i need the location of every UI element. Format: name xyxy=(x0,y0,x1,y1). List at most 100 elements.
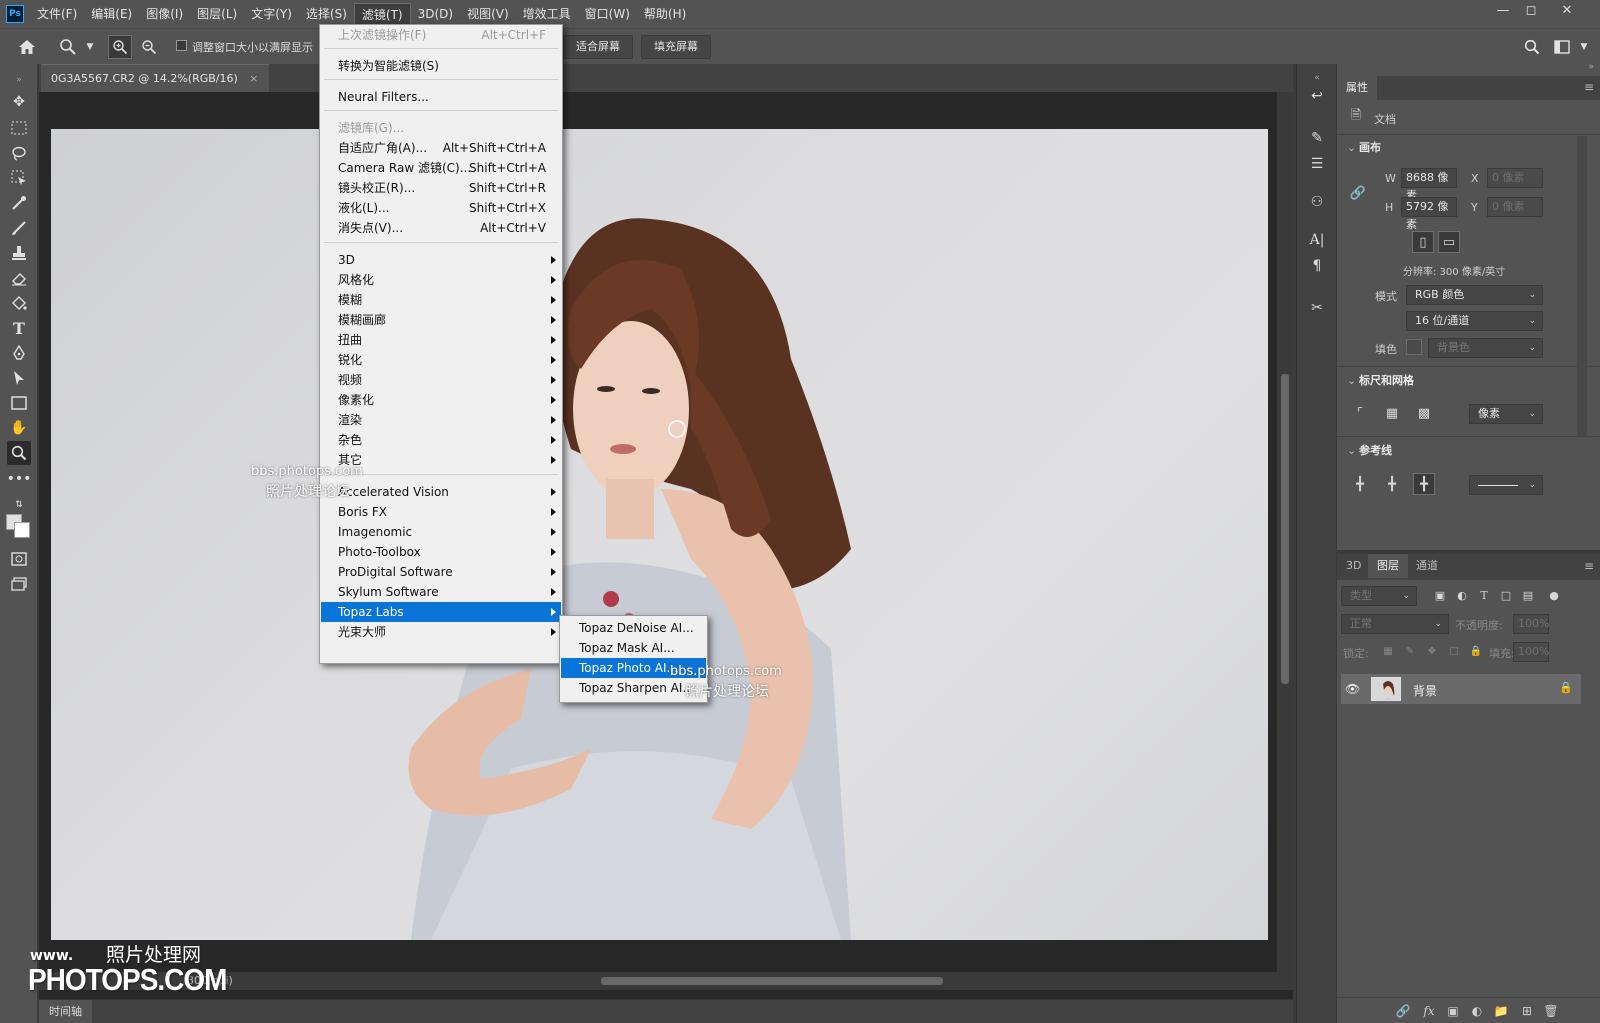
tab-properties[interactable]: 属性 xyxy=(1337,76,1377,100)
guides-section-header[interactable]: ⌄ 参考线 xyxy=(1337,440,1600,462)
panel-menu-icon[interactable]: ≡ xyxy=(1584,559,1594,573)
menu-item-topaz-denoise[interactable]: Topaz DeNoise AI... xyxy=(561,618,706,638)
menu-edit[interactable]: 编辑(E) xyxy=(84,3,139,25)
shape-filter-icon[interactable]: □ xyxy=(1495,584,1517,606)
menu-3d[interactable]: 3D(D) xyxy=(411,3,460,25)
vertical-scrollbar[interactable] xyxy=(1277,92,1293,972)
menu-item-topaz-mask[interactable]: Topaz Mask AI... xyxy=(561,638,706,658)
menu-item-convert-smart-filters[interactable]: 转换为智能滤镜(S) xyxy=(321,56,561,76)
menu-item-accelerated-vision[interactable]: Accelerated Vision xyxy=(321,482,561,502)
eyedropper-tool-icon[interactable] xyxy=(7,191,31,215)
new-guide-icon[interactable]: ╋ xyxy=(1413,473,1435,495)
menu-item-camera-raw[interactable]: Camera Raw 滤镜(C)... Shift+Ctrl+A xyxy=(321,158,561,178)
adjustments-icon[interactable]: ☰ xyxy=(1305,152,1329,176)
type-filter-icon[interactable]: T xyxy=(1473,584,1495,606)
mode-select[interactable]: RGB 颜色 ⌄ xyxy=(1406,285,1543,305)
menu-item-beam-master[interactable]: 光束大师 xyxy=(321,622,561,642)
quick-mask-icon[interactable] xyxy=(7,547,31,571)
paragraph-icon[interactable]: ¶ xyxy=(1305,254,1329,278)
lock-position-icon[interactable]: ✥ xyxy=(1421,640,1443,662)
fill-select[interactable]: 背景色 ⌄ xyxy=(1428,338,1543,358)
brush-settings-icon[interactable]: ✎ xyxy=(1305,126,1329,150)
menu-item-sharpen[interactable]: 锐化 xyxy=(321,350,561,370)
fill-color-swatch[interactable] xyxy=(1406,339,1422,355)
maximize-icon[interactable]: ◻ xyxy=(1514,0,1548,24)
delete-layer-icon[interactable]: 🗑 xyxy=(1543,1003,1559,1019)
zoom-tool-preset-icon[interactable] xyxy=(56,35,80,59)
menu-item-liquify[interactable]: 液化(L)... Shift+Ctrl+X xyxy=(321,198,561,218)
lock-all-icon[interactable]: 🔒 xyxy=(1465,640,1487,662)
fill-opacity-field[interactable]: 100% xyxy=(1513,642,1549,662)
menu-item-blur[interactable]: 模糊 xyxy=(321,290,561,310)
background-color-swatch[interactable] xyxy=(14,522,30,538)
menu-item-blur-gallery[interactable]: 模糊画廊 xyxy=(321,310,561,330)
collapse-arrows-icon[interactable]: » xyxy=(1588,62,1594,72)
object-select-tool-icon[interactable] xyxy=(7,166,31,190)
hand-tool-icon[interactable]: ✋ xyxy=(7,416,31,440)
marquee-tool-icon[interactable] xyxy=(7,116,31,140)
fit-screen-button[interactable]: 适合屏幕 xyxy=(563,35,633,59)
menu-item-photo-toolbox[interactable]: Photo-Toolbox xyxy=(321,542,561,562)
guides-icon[interactable]: ╋ xyxy=(1349,473,1371,495)
adjustment-layer-icon[interactable]: ◐ xyxy=(1469,1003,1485,1019)
menu-item-3d[interactable]: 3D xyxy=(321,250,561,270)
menu-item-pixelate[interactable]: 像素化 xyxy=(321,390,561,410)
type-tool-icon[interactable]: T xyxy=(7,316,31,340)
panel-menu-icon[interactable]: ≡ xyxy=(1584,80,1594,94)
tools-preset-icon[interactable]: ✂ xyxy=(1305,296,1329,320)
image-canvas[interactable] xyxy=(51,129,1268,940)
fx-icon[interactable]: fx xyxy=(1421,1003,1437,1019)
path-select-tool-icon[interactable] xyxy=(7,366,31,390)
menu-file[interactable]: 文件(F) xyxy=(30,3,84,25)
eraser-tool-icon[interactable] xyxy=(7,266,31,290)
menu-plugins[interactable]: 增效工具 xyxy=(516,3,578,25)
image-filter-icon[interactable]: ▣ xyxy=(1429,584,1451,606)
menu-layer[interactable]: 图层(L) xyxy=(190,3,244,25)
history-icon[interactable]: ↩ xyxy=(1305,84,1329,108)
timeline-tab[interactable]: 时间轴 xyxy=(39,1000,92,1023)
zoom-in-icon[interactable] xyxy=(108,35,132,59)
menu-help[interactable]: 帮助(H) xyxy=(637,3,693,25)
more-tools-icon[interactable]: ••• xyxy=(7,467,32,491)
properties-scrollbar[interactable] xyxy=(1577,136,1587,436)
x-field[interactable]: 0 像素 xyxy=(1487,168,1543,188)
character-icon[interactable]: A| xyxy=(1305,228,1329,252)
opacity-field[interactable]: 100% xyxy=(1513,614,1549,634)
tab-channels[interactable]: 通道 xyxy=(1407,554,1447,578)
layer-row[interactable]: 👁 背景 🔒 xyxy=(1341,674,1581,704)
menu-filter[interactable]: 滤镜(T) xyxy=(353,3,411,25)
menu-item-skylum-software[interactable]: Skylum Software xyxy=(321,582,561,602)
rectangle-tool-icon[interactable] xyxy=(7,391,31,415)
menu-item-noise[interactable]: 杂色 xyxy=(321,430,561,450)
y-field[interactable]: 0 像素 xyxy=(1487,197,1543,217)
collapse-arrows-icon[interactable]: » xyxy=(7,68,31,92)
menu-item-filter-gallery[interactable]: 滤镜库(G)... xyxy=(321,118,561,138)
zoom-out-icon[interactable] xyxy=(137,35,161,59)
chevron-down-icon[interactable]: ▼ xyxy=(1572,35,1596,59)
layer-filter-select[interactable]: 类型 ⌄ xyxy=(1341,586,1417,606)
guide-layout-icon[interactable]: ╋ xyxy=(1381,473,1403,495)
lock-artboard-icon[interactable]: □ xyxy=(1443,640,1465,662)
paint-bucket-tool-icon[interactable] xyxy=(7,291,31,315)
menu-item-distort[interactable]: 扭曲 xyxy=(321,330,561,350)
workspace-icon[interactable] xyxy=(1550,35,1574,59)
home-icon[interactable] xyxy=(15,35,39,59)
menu-view[interactable]: 视图(V) xyxy=(460,3,516,25)
menu-image[interactable]: 图像(I) xyxy=(139,3,190,25)
resize-windows-checkbox[interactable] xyxy=(176,40,187,51)
new-group-icon[interactable]: 📁 xyxy=(1493,1003,1509,1019)
add-mask-icon[interactable]: ▣ xyxy=(1445,1003,1461,1019)
menu-item-adaptive-wide-angle[interactable]: 自适应广角(A)... Alt+Shift+Ctrl+A xyxy=(321,138,561,158)
rulers-grids-section-header[interactable]: ⌄ 标尺和网格 xyxy=(1337,370,1600,392)
menu-item-lens-correction[interactable]: 镜头校正(R)... Shift+Ctrl+R xyxy=(321,178,561,198)
height-field[interactable]: 5792 像素 xyxy=(1401,197,1457,231)
close-icon[interactable]: ✕ xyxy=(1550,0,1584,24)
canvas-section-header[interactable]: ⌄ 画布 xyxy=(1337,137,1600,159)
link-layers-icon[interactable]: 🔗 xyxy=(1395,1003,1411,1019)
menu-item-topaz-labs[interactable]: Topaz Labs xyxy=(321,602,561,622)
menu-type[interactable]: 文字(Y) xyxy=(244,3,299,25)
fill-screen-button[interactable]: 填充屏幕 xyxy=(641,35,711,59)
menu-window[interactable]: 窗口(W) xyxy=(578,3,637,25)
adjustment-filter-icon[interactable]: ◐ xyxy=(1451,584,1473,606)
pen-tool-icon[interactable] xyxy=(7,341,31,365)
